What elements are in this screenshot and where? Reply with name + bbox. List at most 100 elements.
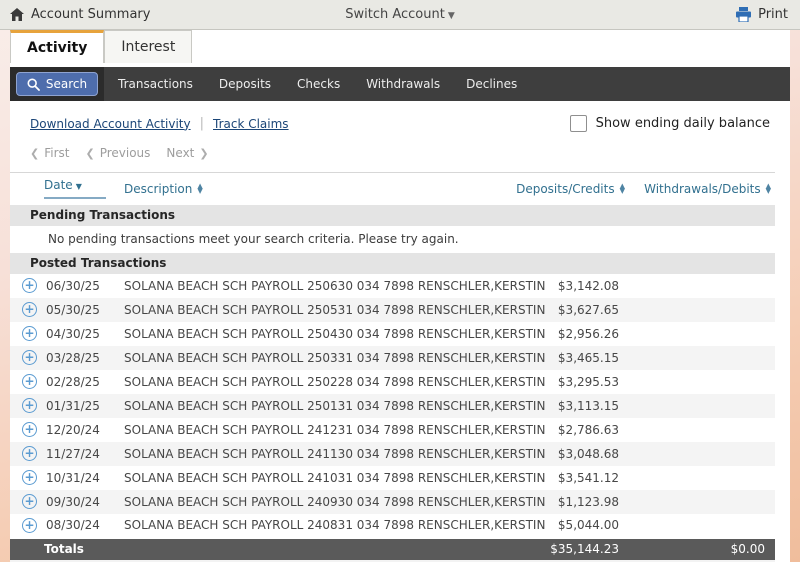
expand-row-icon[interactable]: + bbox=[22, 350, 37, 365]
transaction-withdrawal bbox=[629, 442, 775, 466]
expand-row-icon[interactable]: + bbox=[22, 446, 37, 461]
toolbar-item-deposits[interactable]: Deposits bbox=[219, 77, 271, 91]
transaction-date: 03/28/25 bbox=[44, 346, 124, 370]
transaction-date: 04/30/25 bbox=[44, 322, 124, 346]
transaction-date: 01/31/25 bbox=[44, 394, 124, 418]
toolbar-item-declines[interactable]: Declines bbox=[466, 77, 517, 91]
pagination-next[interactable]: Next❯ bbox=[166, 146, 208, 160]
transaction-date: 06/30/25 bbox=[44, 274, 124, 298]
transaction-withdrawal bbox=[629, 514, 775, 538]
transaction-withdrawal bbox=[629, 370, 775, 394]
transaction-date: 05/30/25 bbox=[44, 298, 124, 322]
transaction-description: SOLANA BEACH SCH PAYROLL 250331 034 7898… bbox=[124, 346, 474, 370]
printer-icon bbox=[735, 7, 752, 22]
sort-both-icon: ▲▼ bbox=[197, 184, 202, 194]
transaction-withdrawal bbox=[629, 346, 775, 370]
transaction-description: SOLANA BEACH SCH PAYROLL 250228 034 7898… bbox=[124, 370, 474, 394]
table-row: + 02/28/25 SOLANA BEACH SCH PAYROLL 2502… bbox=[10, 370, 775, 394]
transaction-description: SOLANA BEACH SCH PAYROLL 241031 034 7898… bbox=[124, 466, 474, 490]
totals-label: Totals bbox=[44, 538, 124, 560]
date-column-header[interactable]: Date▼ bbox=[44, 173, 124, 205]
expand-row-icon[interactable]: + bbox=[22, 278, 37, 293]
expand-row-icon[interactable]: + bbox=[22, 302, 37, 317]
transactions-table: Date▼ Description▲▼ Deposits/Credits▲▼ W… bbox=[10, 172, 775, 562]
totals-row: Totals $35,144.23 $0.00 bbox=[10, 538, 775, 560]
chevron-right-icon: ❯ bbox=[199, 147, 208, 160]
show-balance-checkbox[interactable] bbox=[570, 115, 587, 132]
transaction-description: SOLANA BEACH SCH PAYROLL 240930 034 7898… bbox=[124, 490, 474, 514]
table-header-row: Date▼ Description▲▼ Deposits/Credits▲▼ W… bbox=[10, 173, 775, 205]
transaction-date: 12/20/24 bbox=[44, 418, 124, 442]
transaction-withdrawal bbox=[629, 418, 775, 442]
sort-desc-icon: ▼ bbox=[76, 182, 82, 191]
table-row: + 01/31/25 SOLANA BEACH SCH PAYROLL 2501… bbox=[10, 394, 775, 418]
print-button[interactable]: Print bbox=[735, 7, 788, 22]
home-icon[interactable] bbox=[10, 8, 24, 21]
search-section: Search bbox=[10, 67, 104, 101]
expand-row-icon[interactable]: + bbox=[22, 422, 37, 437]
transaction-description: SOLANA BEACH SCH PAYROLL 241130 034 7898… bbox=[124, 442, 474, 466]
show-balance-label: Show ending daily balance bbox=[596, 116, 770, 131]
pagination-first[interactable]: ❮First bbox=[30, 146, 69, 160]
page-title: Account Summary bbox=[31, 7, 150, 22]
totals-deposits: $35,144.23 bbox=[474, 538, 629, 560]
posted-transactions-header: Posted Transactions bbox=[10, 253, 775, 274]
track-claims-link[interactable]: Track Claims bbox=[213, 117, 289, 131]
toolbar-item-transactions[interactable]: Transactions bbox=[118, 77, 193, 91]
tab-bar: Activity Interest bbox=[10, 30, 790, 63]
expand-row-icon[interactable]: + bbox=[22, 374, 37, 389]
table-row: + 12/20/24 SOLANA BEACH SCH PAYROLL 2412… bbox=[10, 418, 775, 442]
description-column-header[interactable]: Description▲▼ bbox=[124, 173, 474, 205]
transaction-withdrawal bbox=[629, 490, 775, 514]
app-bar: Account Summary Switch Account▼ Print bbox=[0, 0, 800, 30]
pending-transactions-header: Pending Transactions bbox=[10, 205, 775, 226]
transaction-description: SOLANA BEACH SCH PAYROLL 250531 034 7898… bbox=[124, 298, 474, 322]
pending-empty-message: No pending transactions meet your search… bbox=[10, 226, 775, 253]
totals-withdrawals: $0.00 bbox=[629, 538, 775, 560]
transaction-description: SOLANA BEACH SCH PAYROLL 250131 034 7898… bbox=[124, 394, 474, 418]
expand-row-icon[interactable]: + bbox=[22, 398, 37, 413]
account-activity-panel: Activity Interest Search Transactions De… bbox=[10, 30, 790, 562]
expand-row-icon[interactable]: + bbox=[22, 326, 37, 341]
transaction-description: SOLANA BEACH SCH PAYROLL 250430 034 7898… bbox=[124, 322, 474, 346]
search-button[interactable]: Search bbox=[16, 72, 98, 96]
chevron-left-icon: ❮ bbox=[85, 147, 94, 160]
switch-account-button[interactable]: Switch Account▼ bbox=[335, 7, 465, 22]
link-separator: | bbox=[200, 116, 204, 131]
table-row: + 11/27/24 SOLANA BEACH SCH PAYROLL 2411… bbox=[10, 442, 775, 466]
transaction-withdrawal bbox=[629, 394, 775, 418]
toolbar-item-withdrawals[interactable]: Withdrawals bbox=[366, 77, 440, 91]
tab-interest[interactable]: Interest bbox=[104, 30, 192, 63]
pagination-previous[interactable]: ❮Previous bbox=[85, 146, 150, 160]
transaction-withdrawal bbox=[629, 298, 775, 322]
transaction-withdrawal bbox=[629, 322, 775, 346]
sort-both-icon: ▲▼ bbox=[766, 184, 771, 194]
table-row: + 05/30/25 SOLANA BEACH SCH PAYROLL 2505… bbox=[10, 298, 775, 322]
filter-toolbar: Search Transactions Deposits Checks With… bbox=[10, 67, 790, 101]
tab-activity[interactable]: Activity bbox=[10, 30, 104, 63]
expand-row-icon[interactable]: + bbox=[22, 470, 37, 485]
links-row: Download Account Activity | Track Claims… bbox=[10, 101, 790, 132]
transaction-withdrawal bbox=[629, 274, 775, 298]
transaction-date: 02/28/25 bbox=[44, 370, 124, 394]
chevron-left-icon: ❮ bbox=[30, 147, 39, 160]
table-row: + 10/31/24 SOLANA BEACH SCH PAYROLL 2410… bbox=[10, 466, 775, 490]
chevron-down-icon: ▼ bbox=[448, 11, 455, 21]
toolbar-item-checks[interactable]: Checks bbox=[297, 77, 340, 91]
sort-both-icon: ▲▼ bbox=[620, 184, 625, 194]
transaction-date: 11/27/24 bbox=[44, 442, 124, 466]
table-row: + 03/28/25 SOLANA BEACH SCH PAYROLL 2503… bbox=[10, 346, 775, 370]
download-account-activity-link[interactable]: Download Account Activity bbox=[30, 117, 191, 131]
expand-row-icon[interactable]: + bbox=[22, 518, 37, 533]
withdrawals-column-header[interactable]: Withdrawals/Debits▲▼ bbox=[629, 173, 775, 205]
expand-row-icon[interactable]: + bbox=[22, 494, 37, 509]
transaction-withdrawal bbox=[629, 466, 775, 490]
transaction-date: 08/30/24 bbox=[44, 514, 124, 538]
table-row: + 09/30/24 SOLANA BEACH SCH PAYROLL 2409… bbox=[10, 490, 775, 514]
table-row: + 04/30/25 SOLANA BEACH SCH PAYROLL 2504… bbox=[10, 322, 775, 346]
table-row: + 08/30/24 SOLANA BEACH SCH PAYROLL 2408… bbox=[10, 514, 775, 538]
table-row: + 06/30/25 SOLANA BEACH SCH PAYROLL 2506… bbox=[10, 274, 775, 298]
deposits-column-header[interactable]: Deposits/Credits▲▼ bbox=[474, 173, 629, 205]
search-icon bbox=[27, 78, 40, 91]
transaction-date: 09/30/24 bbox=[44, 490, 124, 514]
